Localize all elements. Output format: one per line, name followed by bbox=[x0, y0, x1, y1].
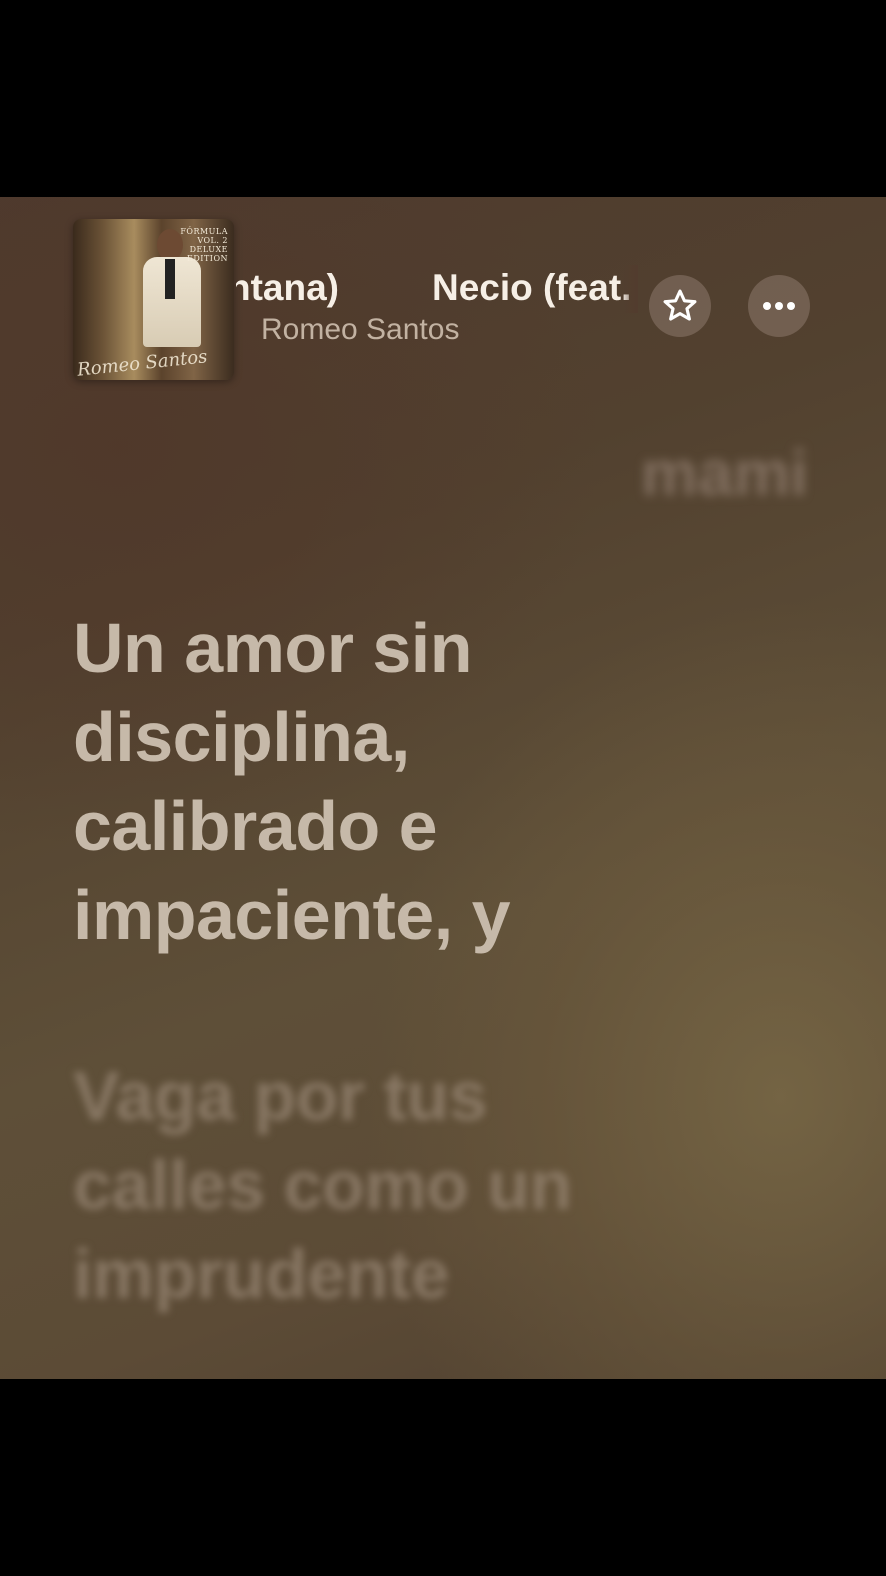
artist-name[interactable]: Romeo Santos bbox=[261, 312, 459, 348]
song-title-scroll-previous: ntana) bbox=[236, 267, 339, 308]
album-artwork[interactable]: FÓRMULA VOL. 2 DELUXE EDITION Romeo Sant… bbox=[73, 219, 234, 380]
album-art-figure-shirt bbox=[165, 259, 175, 299]
album-art-artist-script: Romeo Santos bbox=[76, 346, 209, 380]
song-title-marquee[interactable]: ntana) Necio (feat. bbox=[236, 265, 638, 313]
lyric-line-previous[interactable]: mami bbox=[641, 436, 808, 510]
star-icon bbox=[663, 289, 697, 321]
ellipsis-icon bbox=[763, 302, 795, 310]
favorite-button[interactable] bbox=[649, 275, 711, 337]
lyric-line-current[interactable]: Un amor sin disciplina, calibrado e impa… bbox=[73, 604, 633, 960]
song-title: Necio (feat. bbox=[432, 267, 632, 308]
more-options-button[interactable] bbox=[748, 275, 810, 337]
album-art-title: FÓRMULA VOL. 2 DELUXE EDITION bbox=[180, 227, 228, 263]
title-fade-overlay bbox=[622, 265, 638, 313]
lyric-line-next[interactable]: Vaga por tus calles como un imprudente bbox=[73, 1052, 633, 1319]
